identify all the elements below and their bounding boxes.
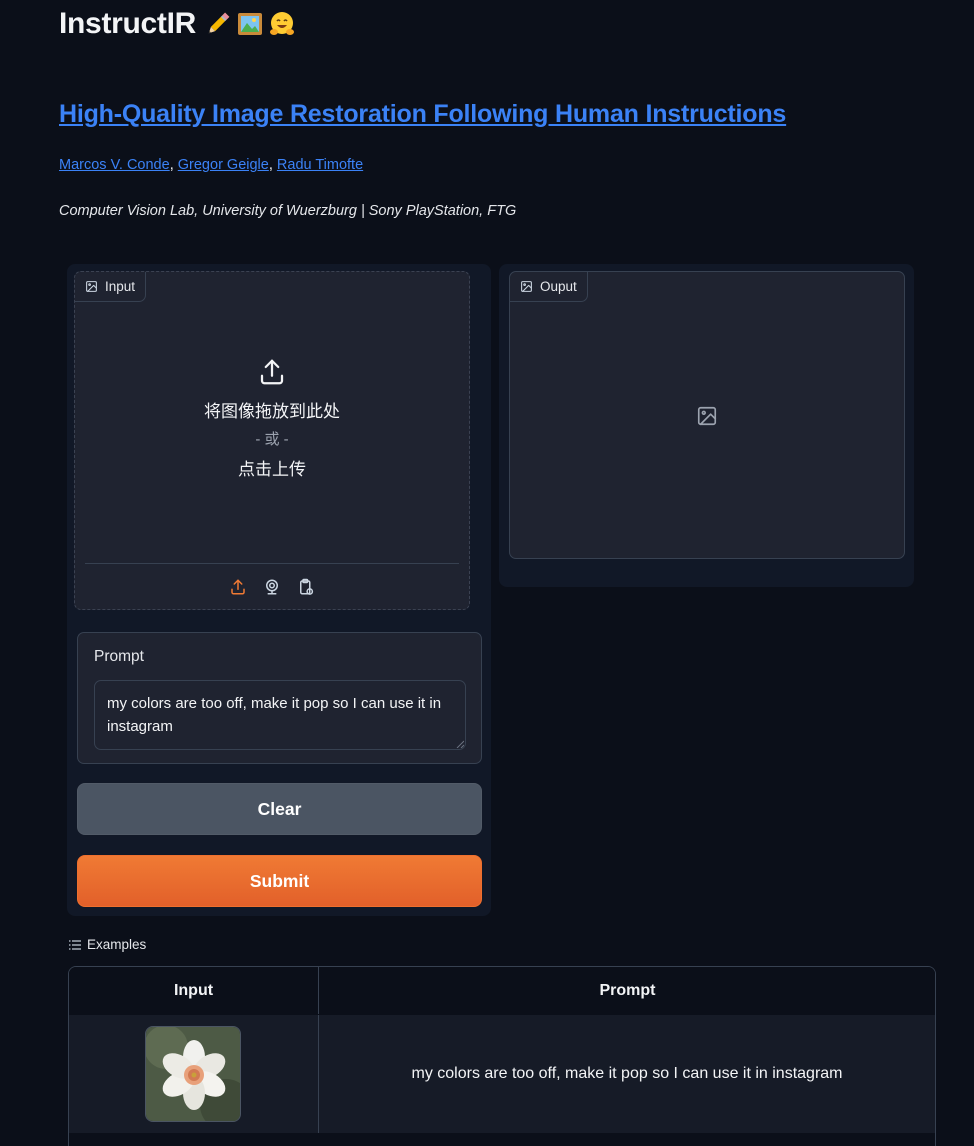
upload-arrow-icon <box>260 359 284 385</box>
title-emojis <box>204 10 296 38</box>
prompt-field-container: Prompt my colors are too off, make it po… <box>77 632 482 764</box>
input-image-dropzone[interactable]: Input 将图像拖放到此处 - 或 - 点击上传 <box>74 271 470 610</box>
column-header-input: Input <box>69 967 319 1014</box>
output-label-text: Ouput <box>540 279 577 294</box>
input-label-text: Input <box>105 279 136 294</box>
framed-picture-emoji-icon <box>238 13 263 35</box>
submit-button[interactable]: Submit <box>77 855 482 907</box>
list-icon <box>69 939 81 950</box>
resize-grip-icon[interactable] <box>456 740 464 748</box>
paper-title-link[interactable]: High-Quality Image Restoration Following… <box>59 100 786 129</box>
column-header-prompt: Prompt <box>319 967 935 1014</box>
examples-label-text: Examples <box>87 937 147 952</box>
author-separator: , <box>169 157 178 173</box>
example-row[interactable]: my colors are too off, make it pop so I … <box>69 1015 935 1133</box>
author-list: Marcos V. Conde, Gregor Geigle, Radu Tim… <box>59 157 363 173</box>
upload-prompt[interactable]: 将图像拖放到此处 - 或 - 点击上传 <box>75 357 469 480</box>
webcam-source-icon[interactable] <box>262 577 282 597</box>
prompt-textarea[interactable]: my colors are too off, make it pop so I … <box>94 680 466 750</box>
output-image-label: Ouput <box>510 272 588 302</box>
pencil-emoji-icon <box>208 12 230 34</box>
image-icon <box>86 281 97 292</box>
or-divider-text: - 或 - <box>255 431 289 448</box>
prompt-label: Prompt <box>94 648 144 665</box>
affiliation-text: Computer Vision Lab, University of Wuerz… <box>59 203 517 219</box>
author-link-conde[interactable]: Marcos V. Conde <box>59 157 170 173</box>
examples-table: Input Prompt my colors are too off, make… <box>68 966 936 1146</box>
author-separator: , <box>268 157 277 173</box>
upload-source-icon[interactable] <box>228 577 248 597</box>
author-link-geigle[interactable]: Gregor Geigle <box>178 157 269 173</box>
example-prompt-cell[interactable]: my colors are too off, make it pop so I … <box>319 1015 935 1133</box>
clipboard-source-icon[interactable] <box>296 577 316 597</box>
clear-button[interactable]: Clear <box>77 783 482 835</box>
empty-image-placeholder-icon <box>697 406 717 426</box>
drop-image-text: 将图像拖放到此处 <box>204 402 340 421</box>
image-icon <box>521 281 532 292</box>
output-image-panel: Ouput <box>509 271 905 559</box>
image-source-toolbar <box>85 563 459 610</box>
app-page: InstructIR High-Quality Image Restoratio… <box>0 0 974 1146</box>
app-title-text: InstructIR <box>59 7 197 40</box>
example-input-cell[interactable] <box>69 1015 319 1133</box>
input-image-label: Input <box>75 272 147 302</box>
click-upload-text: 点击上传 <box>238 460 306 479</box>
examples-header: Examples <box>69 937 146 952</box>
app-title: InstructIR <box>59 2 296 46</box>
example-thumbnail-image[interactable] <box>145 1026 241 1122</box>
hugging-face-emoji-icon <box>270 12 295 35</box>
author-link-timofte[interactable]: Radu Timofte <box>277 157 363 173</box>
